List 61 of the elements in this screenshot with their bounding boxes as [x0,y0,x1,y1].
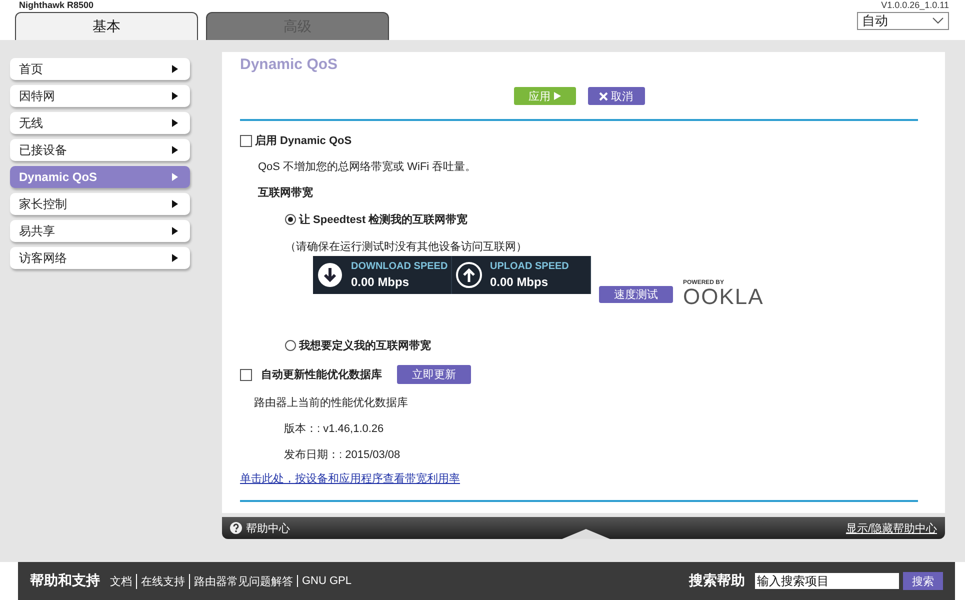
help-icon [230,522,242,534]
sidebar-item[interactable]: 已接设备 [10,139,190,161]
page-title: Dynamic QoS [240,56,339,73]
sidebar-item[interactable]: Dynamic QoS [10,166,190,188]
sidebar-item[interactable]: 家长控制 [10,193,190,215]
footer-link[interactable]: 文档 [110,574,132,588]
triangle-right-icon [172,227,178,235]
model-name: Nighthawk R8500 [18,0,95,11]
checkbox[interactable] [240,134,252,146]
download-label: DOWNLOAD SPEED [351,261,448,272]
section-heading: 互联网带宽 [257,186,314,200]
radio-button[interactable] [285,340,296,351]
sidebar-item[interactable]: 易共享 [10,220,190,242]
close-icon [599,92,608,100]
radio-label: 我想要定义我的互联网带宽 [299,338,431,353]
search-button[interactable]: 搜索 [903,572,943,590]
chevron-down-icon [932,17,944,25]
arrow-down-circle-icon [317,262,343,288]
release-date: 发布日期：: 2015/03/08 [283,448,402,462]
arrow-up-circle-icon [456,262,482,288]
search-help-label: 搜索帮助 [689,572,745,590]
cancel-button[interactable]: 取消 [588,87,644,105]
help-center-title: 帮助中心 [246,522,290,536]
toggle-help-link[interactable]: 显示/隐藏帮助中心 [846,520,937,536]
footer-title: 帮助和支持 [30,572,100,590]
firmware-version: V1.0.0.26_1.0.11 [881,0,949,11]
footer-link[interactable]: 路由器常见问题解答 [189,574,293,588]
tab[interactable]: 基本 [15,12,198,40]
footer-link[interactable]: 在线支持 [136,574,185,588]
triangle-right-icon [172,119,178,127]
triangle-right-icon [172,92,178,100]
radio-button[interactable] [285,214,296,225]
upload-value: 0.00 Mbps [490,275,550,289]
triangle-right-icon [172,65,178,73]
update-now-button[interactable]: 立即更新 [397,365,471,384]
download-value: 0.00 Mbps [351,275,410,289]
triangle-right-icon [172,200,178,208]
radio-label: 让 Speedtest 检测我的互联网带宽 [299,212,468,227]
database-version: 版本：: v1.46,1.0.26 [283,422,385,436]
triangle-right-icon [554,92,560,100]
search-field[interactable]: 输入搜索项目 [755,573,899,589]
speedtest-hint: （请确保在运行测试时没有其他设备访问互联网） [284,240,528,254]
database-heading: 路由器上当前的性能优化数据库 [253,396,409,410]
auto-update-label: 自动更新性能优化数据库 [261,368,382,382]
upload-label: UPLOAD SPEED [490,261,569,272]
qos-note: QoS 不增加您的总网络带宽或 WiFi 吞吐量。 [257,160,478,174]
sidebar-item[interactable]: 首页 [10,58,190,80]
triangle-right-icon [172,254,178,262]
sidebar-item[interactable]: 无线 [10,112,190,134]
checkbox[interactable] [240,368,252,380]
triangle-right-icon [172,146,178,154]
brand-logo: OOKLA [683,286,764,308]
footer-link[interactable]: GNU GPL [297,575,352,587]
speed-test-button[interactable]: 速度测试 [599,286,673,303]
bandwidth-usage-link[interactable]: 单击此处，按设备和应用程序查看带宽利用率 [240,473,460,485]
sidebar-item[interactable]: 访客网络 [10,247,190,269]
sidebar-item[interactable]: 因特网 [10,85,190,107]
triangle-right-icon [172,173,178,181]
expand-tab-icon[interactable] [562,527,610,539]
language-dropdown[interactable]: 自动 [857,12,949,30]
enable-qos-label: 启用 Dynamic QoS [255,134,352,148]
